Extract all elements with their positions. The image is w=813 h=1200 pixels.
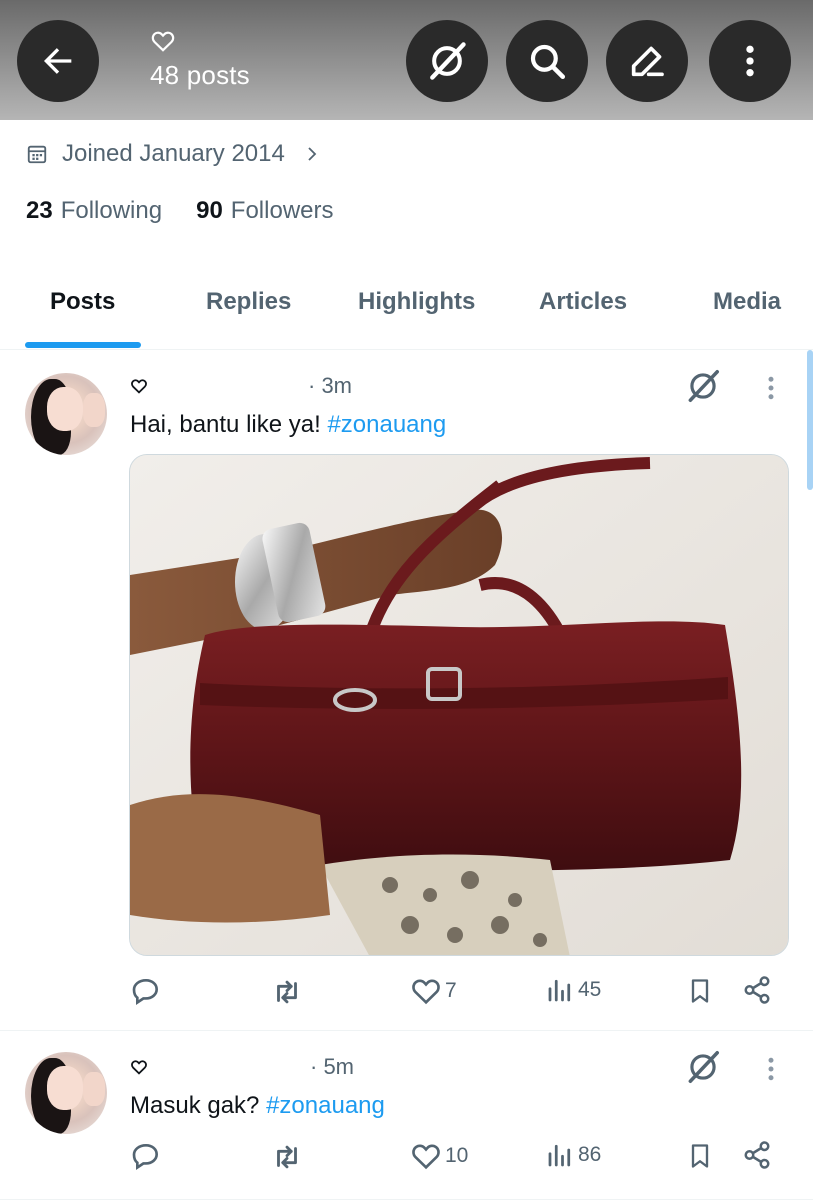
views-chart-icon [548, 979, 571, 1002]
followers-link[interactable]: 90 Followers [196, 197, 333, 225]
post-text: Hai, bantu like ya! #zonauang [130, 411, 446, 439]
bookmark-button[interactable] [686, 1140, 714, 1172]
avatar[interactable] [25, 1052, 107, 1134]
like-heart-icon [412, 979, 440, 1005]
edit-icon [631, 46, 664, 77]
like-count: 10 [445, 1144, 469, 1167]
views-button[interactable]: 45 [545, 975, 601, 1005]
post-body: Masuk gak? [130, 1092, 267, 1119]
header-title: 48 posts [150, 28, 250, 91]
post-item[interactable]: · 5m Masuk gak? #zonauang 10 86 [0, 1032, 813, 1200]
post-time: · 3m [308, 373, 352, 398]
post-image[interactable] [129, 454, 789, 956]
back-button[interactable] [17, 20, 99, 102]
grok-icon[interactable] [684, 367, 722, 405]
tab-highlights[interactable]: Highlights [358, 288, 475, 316]
reply-icon [132, 1143, 159, 1170]
post-time: · 5m [310, 1054, 354, 1079]
share-button[interactable] [742, 975, 772, 1005]
more-vertical-icon [746, 45, 754, 77]
heart-icon [131, 1060, 147, 1075]
reply-button[interactable] [130, 975, 165, 1007]
more-vertical-icon[interactable] [761, 373, 781, 403]
hashtag-link[interactable]: #zonauang [327, 411, 446, 438]
repost-button[interactable] [270, 975, 307, 1009]
repost-icon [277, 1145, 297, 1169]
more-vertical-icon[interactable] [761, 1054, 781, 1084]
profile-header: 48 posts [0, 0, 813, 120]
following-label: Following [60, 197, 163, 224]
view-count: 45 [578, 978, 602, 1001]
hashtag-link[interactable]: #zonauang [266, 1092, 385, 1119]
search-button[interactable] [506, 20, 588, 102]
grok-button[interactable] [406, 20, 488, 102]
post-item[interactable]: · 3m Hai, bantu like ya! #zonauang 7 45 [0, 351, 813, 1031]
views-chart-icon [548, 1144, 571, 1167]
reply-button[interactable] [130, 1140, 165, 1172]
handbag-photo [130, 455, 788, 955]
joined-label: Joined January 2014 [62, 140, 285, 167]
posts-count: 48 posts [150, 60, 250, 90]
edit-button[interactable] [606, 20, 688, 102]
following-count: 23 [26, 197, 53, 224]
follow-stats: 23 Following 90 Followers [26, 197, 334, 225]
heart-icon [151, 31, 175, 52]
bookmark-icon [691, 1144, 709, 1168]
search-icon [530, 44, 566, 80]
heart-icon [131, 379, 147, 394]
like-button[interactable]: 7 [410, 975, 457, 1007]
more-options-button[interactable] [709, 20, 791, 102]
post-body: Hai, bantu like ya! [130, 411, 328, 438]
calendar-icon [27, 145, 47, 164]
like-count: 7 [445, 979, 457, 1002]
post-actions: 7 45 [0, 975, 813, 1015]
like-heart-icon [412, 1144, 440, 1170]
repost-icon [277, 980, 297, 1004]
view-count: 86 [578, 1143, 602, 1166]
share-icon [744, 976, 770, 1004]
like-button[interactable]: 10 [410, 1140, 468, 1172]
joined-date[interactable]: Joined January 2014 [26, 140, 321, 168]
active-tab-indicator [25, 342, 141, 348]
followers-label: Followers [230, 197, 334, 224]
following-link[interactable]: 23 Following [26, 197, 162, 225]
share-button[interactable] [742, 1140, 772, 1170]
tab-posts[interactable]: Posts [50, 288, 115, 316]
grok-icon [430, 42, 466, 80]
post-text: Masuk gak? #zonauang [130, 1092, 385, 1120]
followers-count: 90 [196, 197, 223, 224]
chevron-right-icon [308, 147, 317, 161]
back-arrow-icon [44, 48, 72, 74]
post-actions: 10 86 [0, 1140, 813, 1180]
bookmark-button[interactable] [686, 975, 714, 1007]
reply-icon [132, 978, 159, 1005]
avatar[interactable] [25, 373, 107, 455]
views-button[interactable]: 86 [545, 1140, 601, 1170]
bookmark-icon [691, 979, 709, 1003]
profile-tabs: Posts Replies Highlights Articles Media [0, 270, 813, 350]
tab-replies[interactable]: Replies [206, 288, 291, 316]
tab-articles[interactable]: Articles [539, 288, 627, 316]
grok-icon[interactable] [684, 1048, 722, 1086]
repost-button[interactable] [270, 1140, 307, 1174]
share-icon [744, 1141, 770, 1169]
tab-media[interactable]: Media [713, 288, 781, 316]
